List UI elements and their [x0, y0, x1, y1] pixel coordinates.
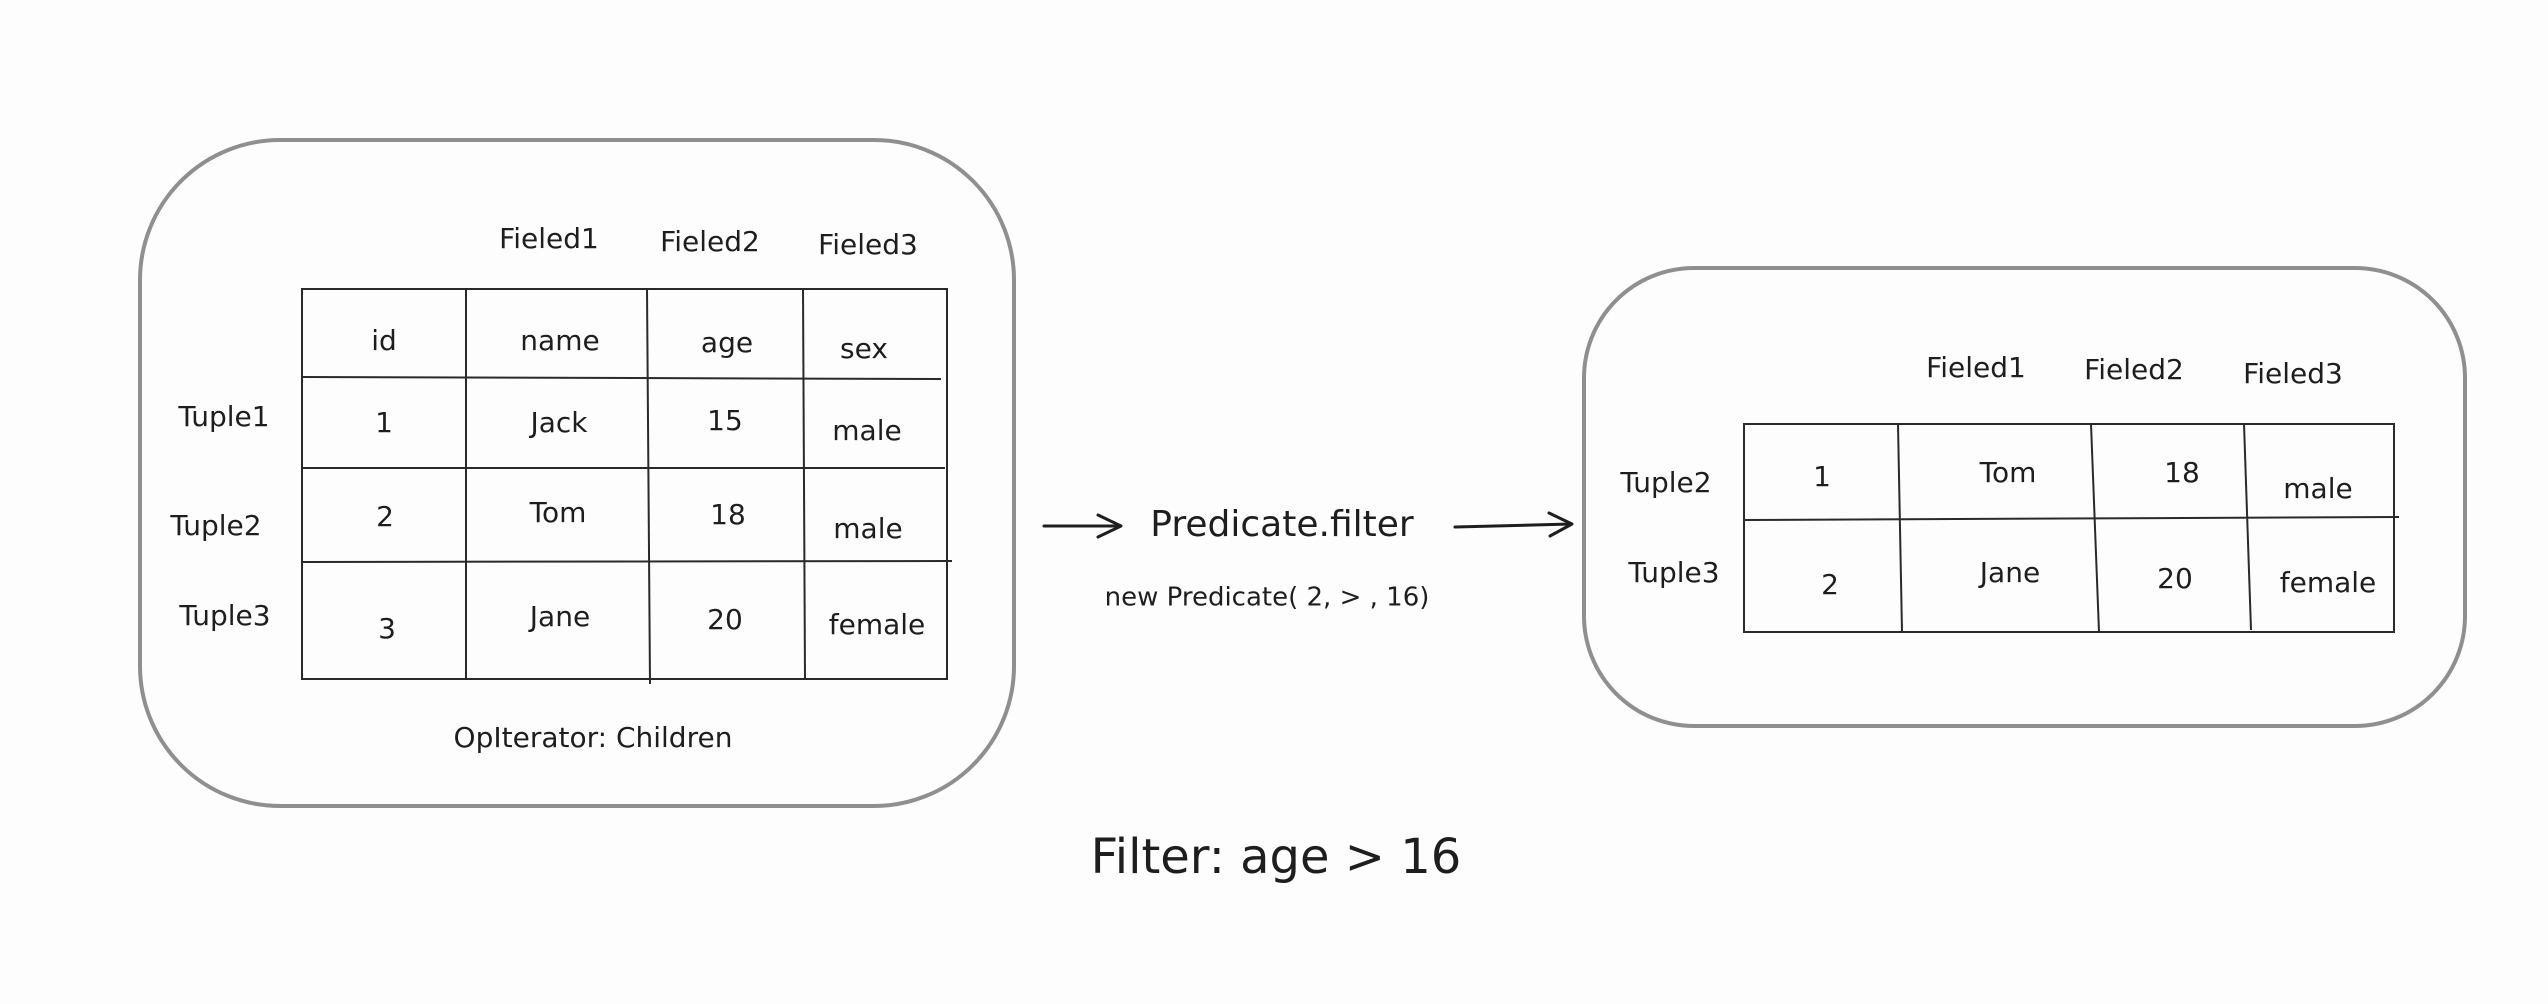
cell: Tom [1979, 456, 2037, 489]
cell: 1 [1813, 460, 1831, 493]
tuple-label: Tuple3 [1627, 556, 1719, 589]
cell: 2 [1821, 568, 1839, 601]
cell: Jane [1978, 556, 2040, 589]
table-row: 1 Tom 18 male [1813, 456, 2353, 505]
cell: female [2280, 566, 2377, 599]
output-field-label: Fieled2 [2084, 353, 2184, 386]
table-row: 2 Tom 18 male [376, 496, 903, 545]
cell: female [829, 608, 926, 641]
input-header-row: id name age sex [371, 324, 888, 365]
output-field-label: Fieled3 [2243, 357, 2343, 390]
cell: male [832, 414, 901, 447]
cell: Jack [528, 406, 588, 439]
arrow-right-icon [1042, 513, 1123, 539]
tuple-label: Tuple2 [169, 509, 261, 542]
cell: Jane [528, 600, 590, 633]
output-table: 1 Tom 18 male 2 Jane 20 female [1743, 423, 2400, 633]
operator-name: Predicate.filter [1150, 504, 1414, 545]
table-row: 3 Jane 20 female [378, 600, 925, 645]
input-container: Fieled1 Fieled2 Fieled3 id name age sex … [138, 138, 1016, 808]
cell: 20 [707, 603, 743, 636]
header-cell: age [701, 326, 753, 359]
cell: 15 [707, 404, 743, 437]
output-container: Fieled1 Fieled2 Fieled3 1 Tom 18 male 2 … [1582, 266, 2467, 728]
cell: 18 [710, 498, 746, 531]
header-cell: id [371, 324, 397, 357]
header-cell: name [520, 324, 599, 357]
output-table-background [1743, 423, 2395, 633]
tuple-label: Tuple3 [178, 599, 270, 632]
input-field-label: Fieled1 [499, 222, 599, 255]
cell: 1 [375, 406, 393, 439]
cell: 2 [376, 500, 394, 533]
tuple-label: Tuple1 [177, 400, 269, 433]
cell: male [2283, 472, 2352, 505]
cell: 20 [2157, 562, 2193, 595]
diagram-canvas: Fieled1 Fieled2 Fieled3 id name age sex … [138, 138, 2467, 885]
cell: male [833, 512, 902, 545]
cell: 18 [2164, 456, 2200, 489]
input-field-label: Fieled2 [660, 225, 760, 258]
diagram-title: Filter: age > 16 [1091, 829, 1462, 885]
input-caption: OpIterator: Children [454, 721, 733, 754]
input-table: id name age sex 1 Jack 15 male 2 Tom 18 … [301, 288, 953, 685]
output-field-label: Fieled1 [1926, 351, 2026, 384]
table-row: 2 Jane 20 female [1821, 556, 2376, 601]
input-field-label: Fieled3 [818, 228, 918, 261]
table-row: 1 Jack 15 male [375, 404, 902, 447]
header-cell: sex [840, 332, 888, 365]
arrow-right-icon [1453, 511, 1574, 538]
cell: 3 [378, 612, 396, 645]
operator-code: new Predicate( 2, > , 16) [1105, 583, 1430, 613]
cell: Tom [529, 496, 587, 529]
tuple-label: Tuple2 [1619, 466, 1711, 499]
